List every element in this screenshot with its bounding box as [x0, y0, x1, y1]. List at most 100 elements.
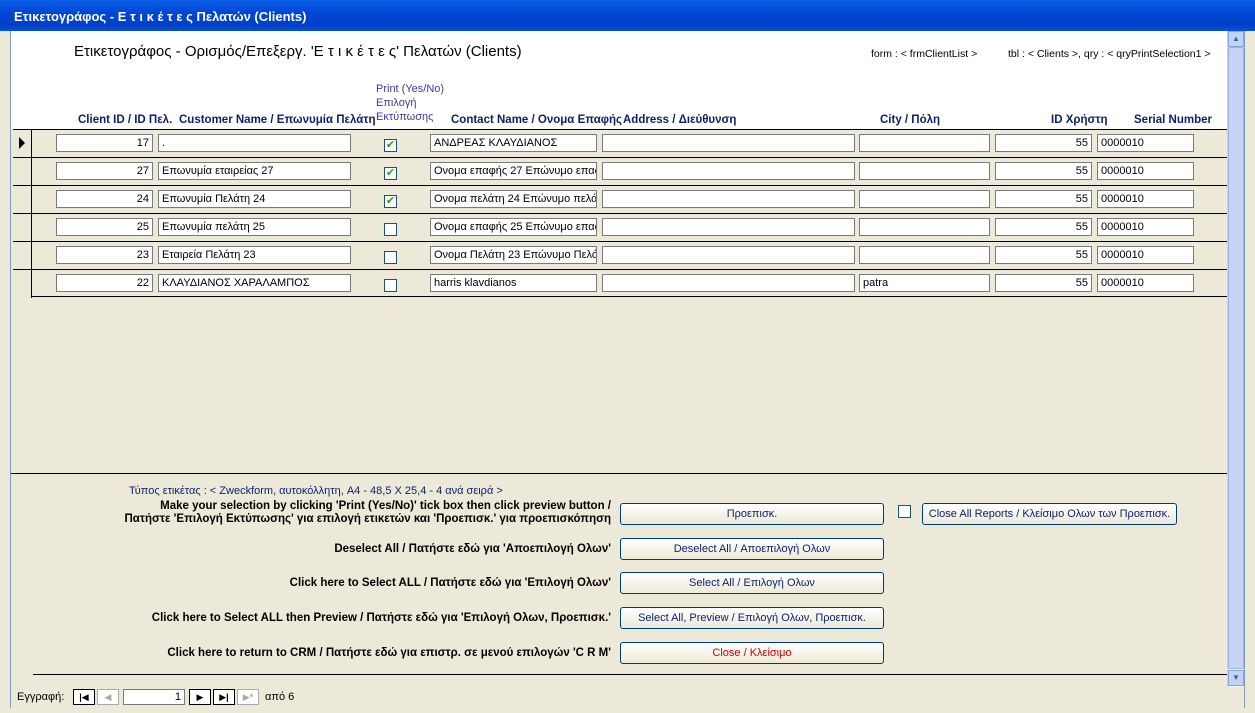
- last-record-icon[interactable]: ▶|: [213, 689, 235, 705]
- first-record-icon[interactable]: |◀: [73, 689, 95, 705]
- table-row[interactable]: 23 Εταιρεία Πελάτη 23 Ονομα Πελάτη 23 Επών…: [13, 241, 1227, 270]
- footer-separator: [11, 473, 1227, 474]
- next-record-icon[interactable]: ▶: [189, 689, 211, 705]
- serial-number-field[interactable]: 0000010: [1097, 190, 1194, 208]
- serial-number-field[interactable]: 0000010: [1097, 218, 1194, 236]
- select-all-button[interactable]: Select All / Επιλογή Ολων: [620, 572, 884, 594]
- user-id-field[interactable]: 55: [995, 274, 1092, 292]
- contact-name-field[interactable]: ΑΝΔΡΕΑΣ ΚΛΑΥΔΙΑΝΟΣ: [430, 134, 597, 152]
- select-all-preview-button[interactable]: Select All, Preview / Επιλογή Ολων, Προε…: [620, 607, 884, 629]
- client-id-field[interactable]: 25: [56, 218, 153, 236]
- city-field[interactable]: [859, 190, 990, 208]
- client-id-field[interactable]: 22: [56, 274, 153, 292]
- city-field[interactable]: [859, 246, 990, 264]
- user-id-field[interactable]: 55: [995, 246, 1092, 264]
- customer-name-field[interactable]: Εταιρεία Πελάτη 23: [158, 246, 351, 264]
- scroll-thumb[interactable]: [1228, 47, 1244, 669]
- address-field[interactable]: [602, 218, 855, 236]
- contact-name-field[interactable]: harris klavdianos: [430, 274, 597, 292]
- address-field[interactable]: [602, 274, 855, 292]
- address-field[interactable]: [602, 134, 855, 152]
- column-header-print-line1: Print (Yes/No): [376, 83, 445, 95]
- print-checkbox[interactable]: [384, 279, 397, 292]
- label-type-info: Τύπος ετικέτας : < Zweckform, αυτοκόλλητ…: [129, 485, 503, 497]
- preview-button[interactable]: Προεπισκ.: [620, 503, 884, 525]
- instruction-preview-gr: Πατήστε 'Επιλογή Εκτύπωσης' για επιλογή …: [124, 513, 612, 525]
- contact-name-field[interactable]: Ονομα πελάτη 24 Επώνυμο πελά': [430, 190, 597, 208]
- close-reports-checkbox[interactable]: [898, 505, 911, 518]
- window-title: Ετικετογράφος - Ε τ ι κ έ τ ε ς Πελατών …: [14, 9, 307, 24]
- address-field[interactable]: [602, 246, 855, 264]
- form-title: Ετικετογράφος - Ορισμός/Επεξεργ. 'Ε τ ι …: [74, 43, 522, 60]
- serial-number-field[interactable]: 0000010: [1097, 134, 1194, 152]
- instruction-preview-en: Make your selection by clicking 'Print (…: [160, 500, 611, 512]
- serial-number-field[interactable]: 0000010: [1097, 274, 1194, 292]
- scroll-down-icon[interactable]: ▼: [1228, 670, 1244, 686]
- record-selector[interactable]: [13, 130, 32, 158]
- table-row[interactable]: 25 Επωνυμία πελάτη 25 Ονομα επαφής 25 Επών…: [13, 213, 1227, 242]
- serial-number-field[interactable]: 0000010: [1097, 246, 1194, 264]
- customer-name-field[interactable]: Επωνυμία εταιρείας 27: [158, 162, 351, 180]
- user-id-field[interactable]: 55: [995, 190, 1092, 208]
- close-all-reports-button[interactable]: Close All Reports / Κλείσιμο Ολων των Πρ…: [922, 503, 1177, 525]
- address-field[interactable]: [602, 190, 855, 208]
- vertical-scrollbar[interactable]: ▲ ▼: [1227, 31, 1244, 687]
- print-checkbox[interactable]: ✔: [384, 139, 397, 152]
- instruction-select-preview: Click here to Select ALL then Preview / …: [151, 612, 611, 624]
- customer-name-field[interactable]: ΚΛΑΥΔΙΑΝΟΣ ΧΑΡΑΛΑΜΠΟΣ: [158, 274, 351, 292]
- column-header-print-line3: Εκτύπωσης: [376, 111, 434, 123]
- print-checkbox[interactable]: [384, 223, 397, 236]
- user-id-field[interactable]: 55: [995, 162, 1092, 180]
- record-list: 17. ΑΝΔΡΕΑΣ ΚΛΑΥΔΙΑΝΟΣ 55 0000010 ✔ 27 Επωνυμί…: [11, 129, 1227, 299]
- form-window: Ετικετογράφος - Ορισμός/Επεξεργ. 'Ε τ ι …: [10, 31, 1245, 708]
- city-field[interactable]: [859, 134, 990, 152]
- city-field[interactable]: [859, 218, 990, 236]
- column-header-print: Print (Yes/No) Επιλογή Εκτύπωσης: [376, 82, 444, 124]
- table-row[interactable]: 17. ΑΝΔΡΕΑΣ ΚΛΑΥΔΙΑΝΟΣ 55 0000010 ✔: [13, 129, 1227, 158]
- table-row[interactable]: 22 ΚΛΑΥΔΙΑΝΟΣ ΧΑΡΑΛΑΜΠΟΣ harris klavdianos…: [13, 269, 1227, 298]
- record-count: από 6: [265, 691, 295, 703]
- record-selector[interactable]: [13, 242, 32, 270]
- contact-name-field[interactable]: Ονομα επαφής 25 Επώνυμο επαφ: [430, 218, 597, 236]
- new-record-icon[interactable]: ▶*: [237, 689, 259, 705]
- user-id-field[interactable]: 55: [995, 218, 1092, 236]
- record-selector[interactable]: [13, 270, 32, 298]
- client-id-field[interactable]: 24: [56, 190, 153, 208]
- column-header-customer-name: Customer Name / Επωνυμία Πελάτη: [179, 114, 376, 126]
- current-record-input[interactable]: 1: [123, 689, 185, 705]
- serial-number-field[interactable]: 0000010: [1097, 162, 1194, 180]
- column-header-address: Address / Διεύθυνση: [623, 114, 737, 126]
- user-id-field[interactable]: 55: [995, 134, 1092, 152]
- column-header-print-line2: Επιλογή: [376, 97, 417, 109]
- print-checkbox[interactable]: ✔: [384, 167, 397, 180]
- record-selector[interactable]: [13, 214, 32, 242]
- footer-bottom-line: [33, 674, 1228, 675]
- address-field[interactable]: [602, 162, 855, 180]
- previous-record-icon[interactable]: ◀: [97, 689, 119, 705]
- print-checkbox[interactable]: [384, 251, 397, 264]
- close-button[interactable]: Close / Κλείσιμο: [620, 642, 884, 664]
- city-field[interactable]: [859, 162, 990, 180]
- record-selector[interactable]: [13, 186, 32, 214]
- table-row[interactable]: 24 Επωνυμία Πελάτη 24 Ονομα πελάτη 24 Επών…: [13, 185, 1227, 214]
- contact-name-field[interactable]: Ονομα επαφής 27 Επώνυμο επαφ: [430, 162, 597, 180]
- instruction-select-all: Click here to Select ALL / Πατήστε εδώ γ…: [289, 577, 611, 589]
- column-header-user-id: ID Χρήστη: [1051, 114, 1108, 126]
- customer-name-field[interactable]: Επωνυμία πελάτη 25: [158, 218, 351, 236]
- client-id-field[interactable]: 17: [56, 134, 153, 152]
- city-field[interactable]: patra: [859, 274, 990, 292]
- instruction-close: Click here to return to CRM / Πατήστε εδ…: [167, 647, 611, 659]
- record-navigation-bar: Εγγραφή: |◀ ◀ 1 ▶ ▶| ▶* από 6: [11, 687, 1244, 708]
- client-id-field[interactable]: 27: [56, 162, 153, 180]
- customer-name-field[interactable]: .: [158, 134, 351, 152]
- scroll-up-icon[interactable]: ▲: [1228, 31, 1244, 47]
- client-id-field[interactable]: 23: [56, 246, 153, 264]
- column-header-client-id: Client ID / ID Πελ.: [78, 114, 173, 126]
- print-checkbox[interactable]: ✔: [384, 195, 397, 208]
- deselect-all-button[interactable]: Deselect All / Αποεπιλογή Ολων: [620, 538, 884, 560]
- contact-name-field[interactable]: Ονομα Πελάτη 23 Επώνυμο Πελά: [430, 246, 597, 264]
- customer-name-field[interactable]: Επωνυμία Πελάτη 24: [158, 190, 351, 208]
- record-selector[interactable]: [13, 158, 32, 186]
- window-title-bar: Ετικετογράφος - Ε τ ι κ έ τ ε ς Πελατών …: [0, 0, 1255, 31]
- table-row[interactable]: 27 Επωνυμία εταιρείας 27 Ονομα επαφής 27 Ε…: [13, 157, 1227, 186]
